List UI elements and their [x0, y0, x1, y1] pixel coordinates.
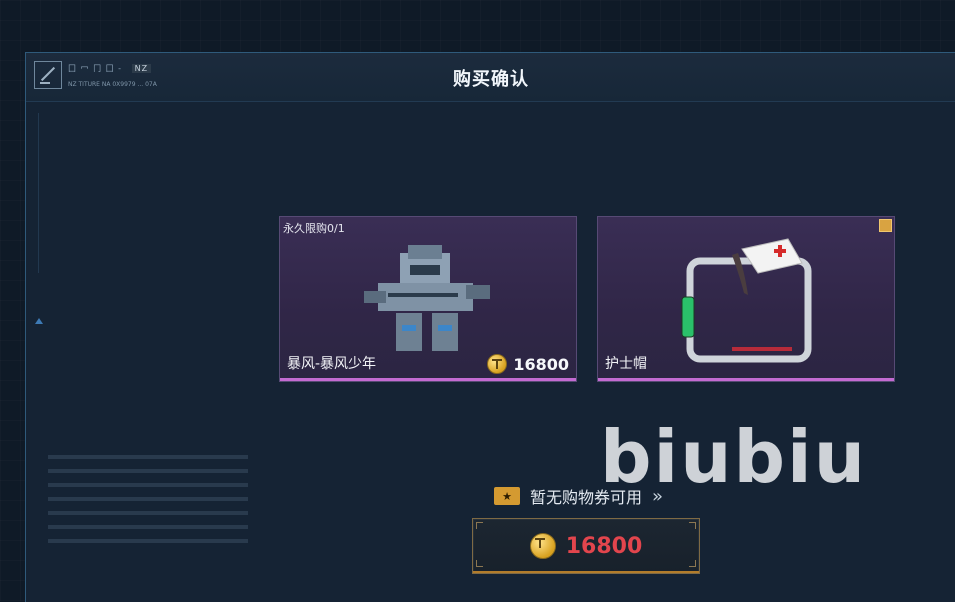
purchase-price: 16800: [565, 533, 643, 559]
mech-icon: [364, 245, 490, 351]
ghost-line: [48, 455, 248, 459]
purchase-limit: 永久限购0/1: [283, 222, 345, 235]
corner-badge-icon: [879, 219, 892, 232]
coupon-text: 暂无购物券可用: [530, 488, 643, 507]
ghost-line: [48, 511, 248, 515]
ghost-line: [48, 525, 248, 529]
item-name: 护士帽: [605, 356, 647, 372]
coupon-icon: ★: [494, 487, 520, 505]
panel-header: 囗 冖 冂 囗 - NZ NZ TITURE NA 0X9979 ... 07A…: [26, 53, 955, 102]
buy-inner: 16800: [473, 519, 699, 573]
chevron-right-icon: »: [652, 485, 663, 507]
sidebar-marker-icon: [35, 318, 43, 324]
item-card-nurse-hat[interactable]: 护士帽: [597, 216, 895, 382]
ghost-line: [48, 539, 248, 543]
coin-icon: [487, 354, 508, 374]
coupon-row[interactable]: ★ 暂无购物券可用 »: [494, 484, 663, 508]
sidebar-line: [38, 113, 39, 273]
item-card-mech[interactable]: 永久限购0/1 暴风-暴风少年 16800: [279, 216, 577, 382]
ghost-line: [48, 483, 248, 487]
item-price: 16800: [487, 354, 569, 374]
page-title: 购买确认: [453, 69, 529, 90]
ghost-line: [48, 497, 248, 501]
item-price-value: 16800: [513, 354, 569, 374]
confirm-purchase-button[interactable]: 16800: [472, 518, 700, 574]
nurse-frame-icon: [681, 238, 812, 363]
ghost-lines: [48, 455, 248, 575]
coin-icon: [529, 533, 556, 559]
ghost-line: [48, 469, 248, 473]
item-name: 暴风-暴风少年: [287, 356, 377, 372]
